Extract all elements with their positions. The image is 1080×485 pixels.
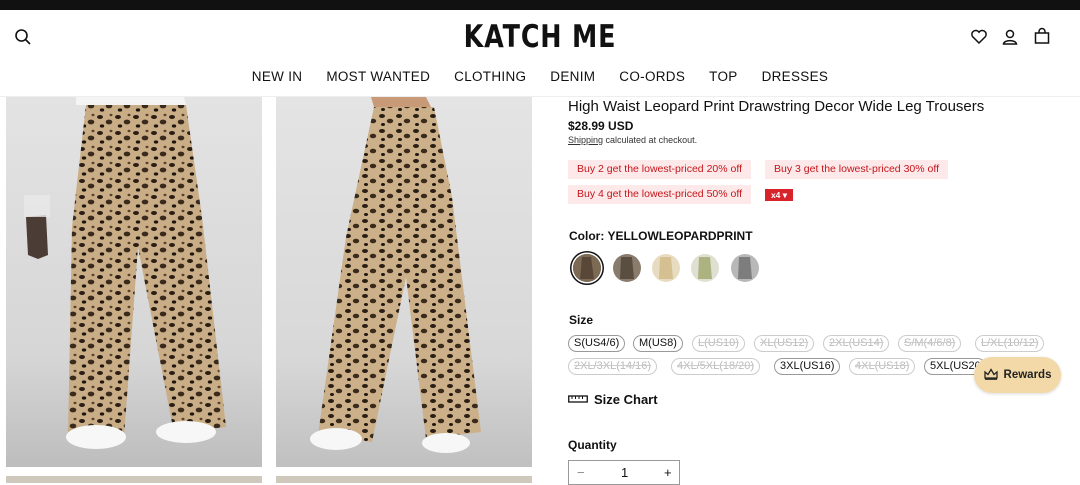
color-swatch-5[interactable] xyxy=(731,254,759,282)
store-logo[interactable]: KATCH ME xyxy=(97,19,983,55)
color-swatch-3[interactable] xyxy=(652,254,680,282)
product-title: High Waist Leopard Print Drawstring Deco… xyxy=(568,98,985,115)
size-option-l-xl[interactable]: L/XL(10/12) xyxy=(975,335,1045,352)
quantity-decrease-button[interactable]: − xyxy=(577,465,585,480)
rewards-button[interactable]: Rewards xyxy=(974,357,1061,393)
size-option-2xl-3xl[interactable]: 2XL/3XL(14/16) xyxy=(568,358,658,375)
account-icon[interactable] xyxy=(1001,28,1019,46)
promo-badge-buy2: Buy 2 get the lowest-priced 20% off xyxy=(568,160,751,179)
rewards-label: Rewards xyxy=(1003,369,1052,381)
shipping-note-text: calculated at checkout. xyxy=(603,135,698,145)
size-option-s[interactable]: S(US4/6) xyxy=(568,335,626,352)
main-nav: NEW IN MOST WANTED CLOTHING DENIM CO-ORD… xyxy=(0,69,1080,84)
size-option-m[interactable]: M(US8) xyxy=(633,335,683,352)
promo-badge-buy3: Buy 3 get the lowest-priced 30% off xyxy=(765,160,948,179)
ruler-icon xyxy=(568,392,588,407)
size-chart-link[interactable]: Size Chart xyxy=(568,392,658,407)
nav-clothing[interactable]: CLOTHING xyxy=(454,69,526,84)
size-option-xl[interactable]: XL(US12) xyxy=(754,335,815,352)
site-header: KATCH ME NEW IN MOST WANTED CLOTHING DEN… xyxy=(0,10,1080,97)
quantity-label: Quantity xyxy=(568,438,617,452)
color-swatch-4[interactable] xyxy=(691,254,719,282)
color-swatch-2[interactable] xyxy=(613,254,641,282)
quantity-stepper: − 1 + xyxy=(568,460,680,485)
size-chart-label: Size Chart xyxy=(594,392,658,407)
quantity-input[interactable]: 1 xyxy=(621,465,628,480)
nav-most-wanted[interactable]: MOST WANTED xyxy=(326,69,430,84)
nav-co-ords[interactable]: CO-ORDS xyxy=(619,69,685,84)
size-option-2xl[interactable]: 2XL(US14) xyxy=(823,335,890,352)
size-option-l[interactable]: L(US10) xyxy=(692,335,745,352)
size-option-3xl[interactable]: 3XL(US16) xyxy=(774,358,841,375)
nav-new-in[interactable]: NEW IN xyxy=(252,69,303,84)
shipping-note: Shipping calculated at checkout. xyxy=(568,135,697,145)
wishlist-heart-icon[interactable] xyxy=(970,28,988,46)
announcement-bar xyxy=(0,0,1080,10)
shipping-link[interactable]: Shipping xyxy=(568,135,603,145)
crown-gift-icon xyxy=(983,367,998,383)
promo-badge-buy4: Buy 4 get the lowest-priced 50% off xyxy=(568,185,751,204)
size-option-4xl-5xl[interactable]: 4XL/5XL(18/20) xyxy=(671,358,761,375)
nav-dresses[interactable]: DRESSES xyxy=(762,69,829,84)
size-label: Size xyxy=(569,313,594,327)
product-photo-front[interactable] xyxy=(6,97,262,467)
nav-top[interactable]: TOP xyxy=(709,69,737,84)
color-swatch-yellow-leopard[interactable] xyxy=(573,254,601,282)
search-icon[interactable] xyxy=(14,28,32,46)
color-label: Color: YELLOWLEOPARDPRINT xyxy=(569,229,753,243)
product-photo-side[interactable] xyxy=(276,97,532,467)
size-option-s-m[interactable]: S/M(4/6/8) xyxy=(898,335,962,352)
next-photo-preview-right xyxy=(276,476,532,483)
more-promos-toggle[interactable]: x4 ▾ xyxy=(765,189,793,201)
size-option-4xl[interactable]: 4XL(US18) xyxy=(849,358,916,375)
next-photo-preview-left xyxy=(6,476,262,483)
product-price: $28.99 USD xyxy=(568,119,634,133)
quantity-increase-button[interactable]: + xyxy=(664,465,672,480)
nav-denim[interactable]: DENIM xyxy=(550,69,595,84)
cart-bag-icon[interactable] xyxy=(1033,27,1051,45)
